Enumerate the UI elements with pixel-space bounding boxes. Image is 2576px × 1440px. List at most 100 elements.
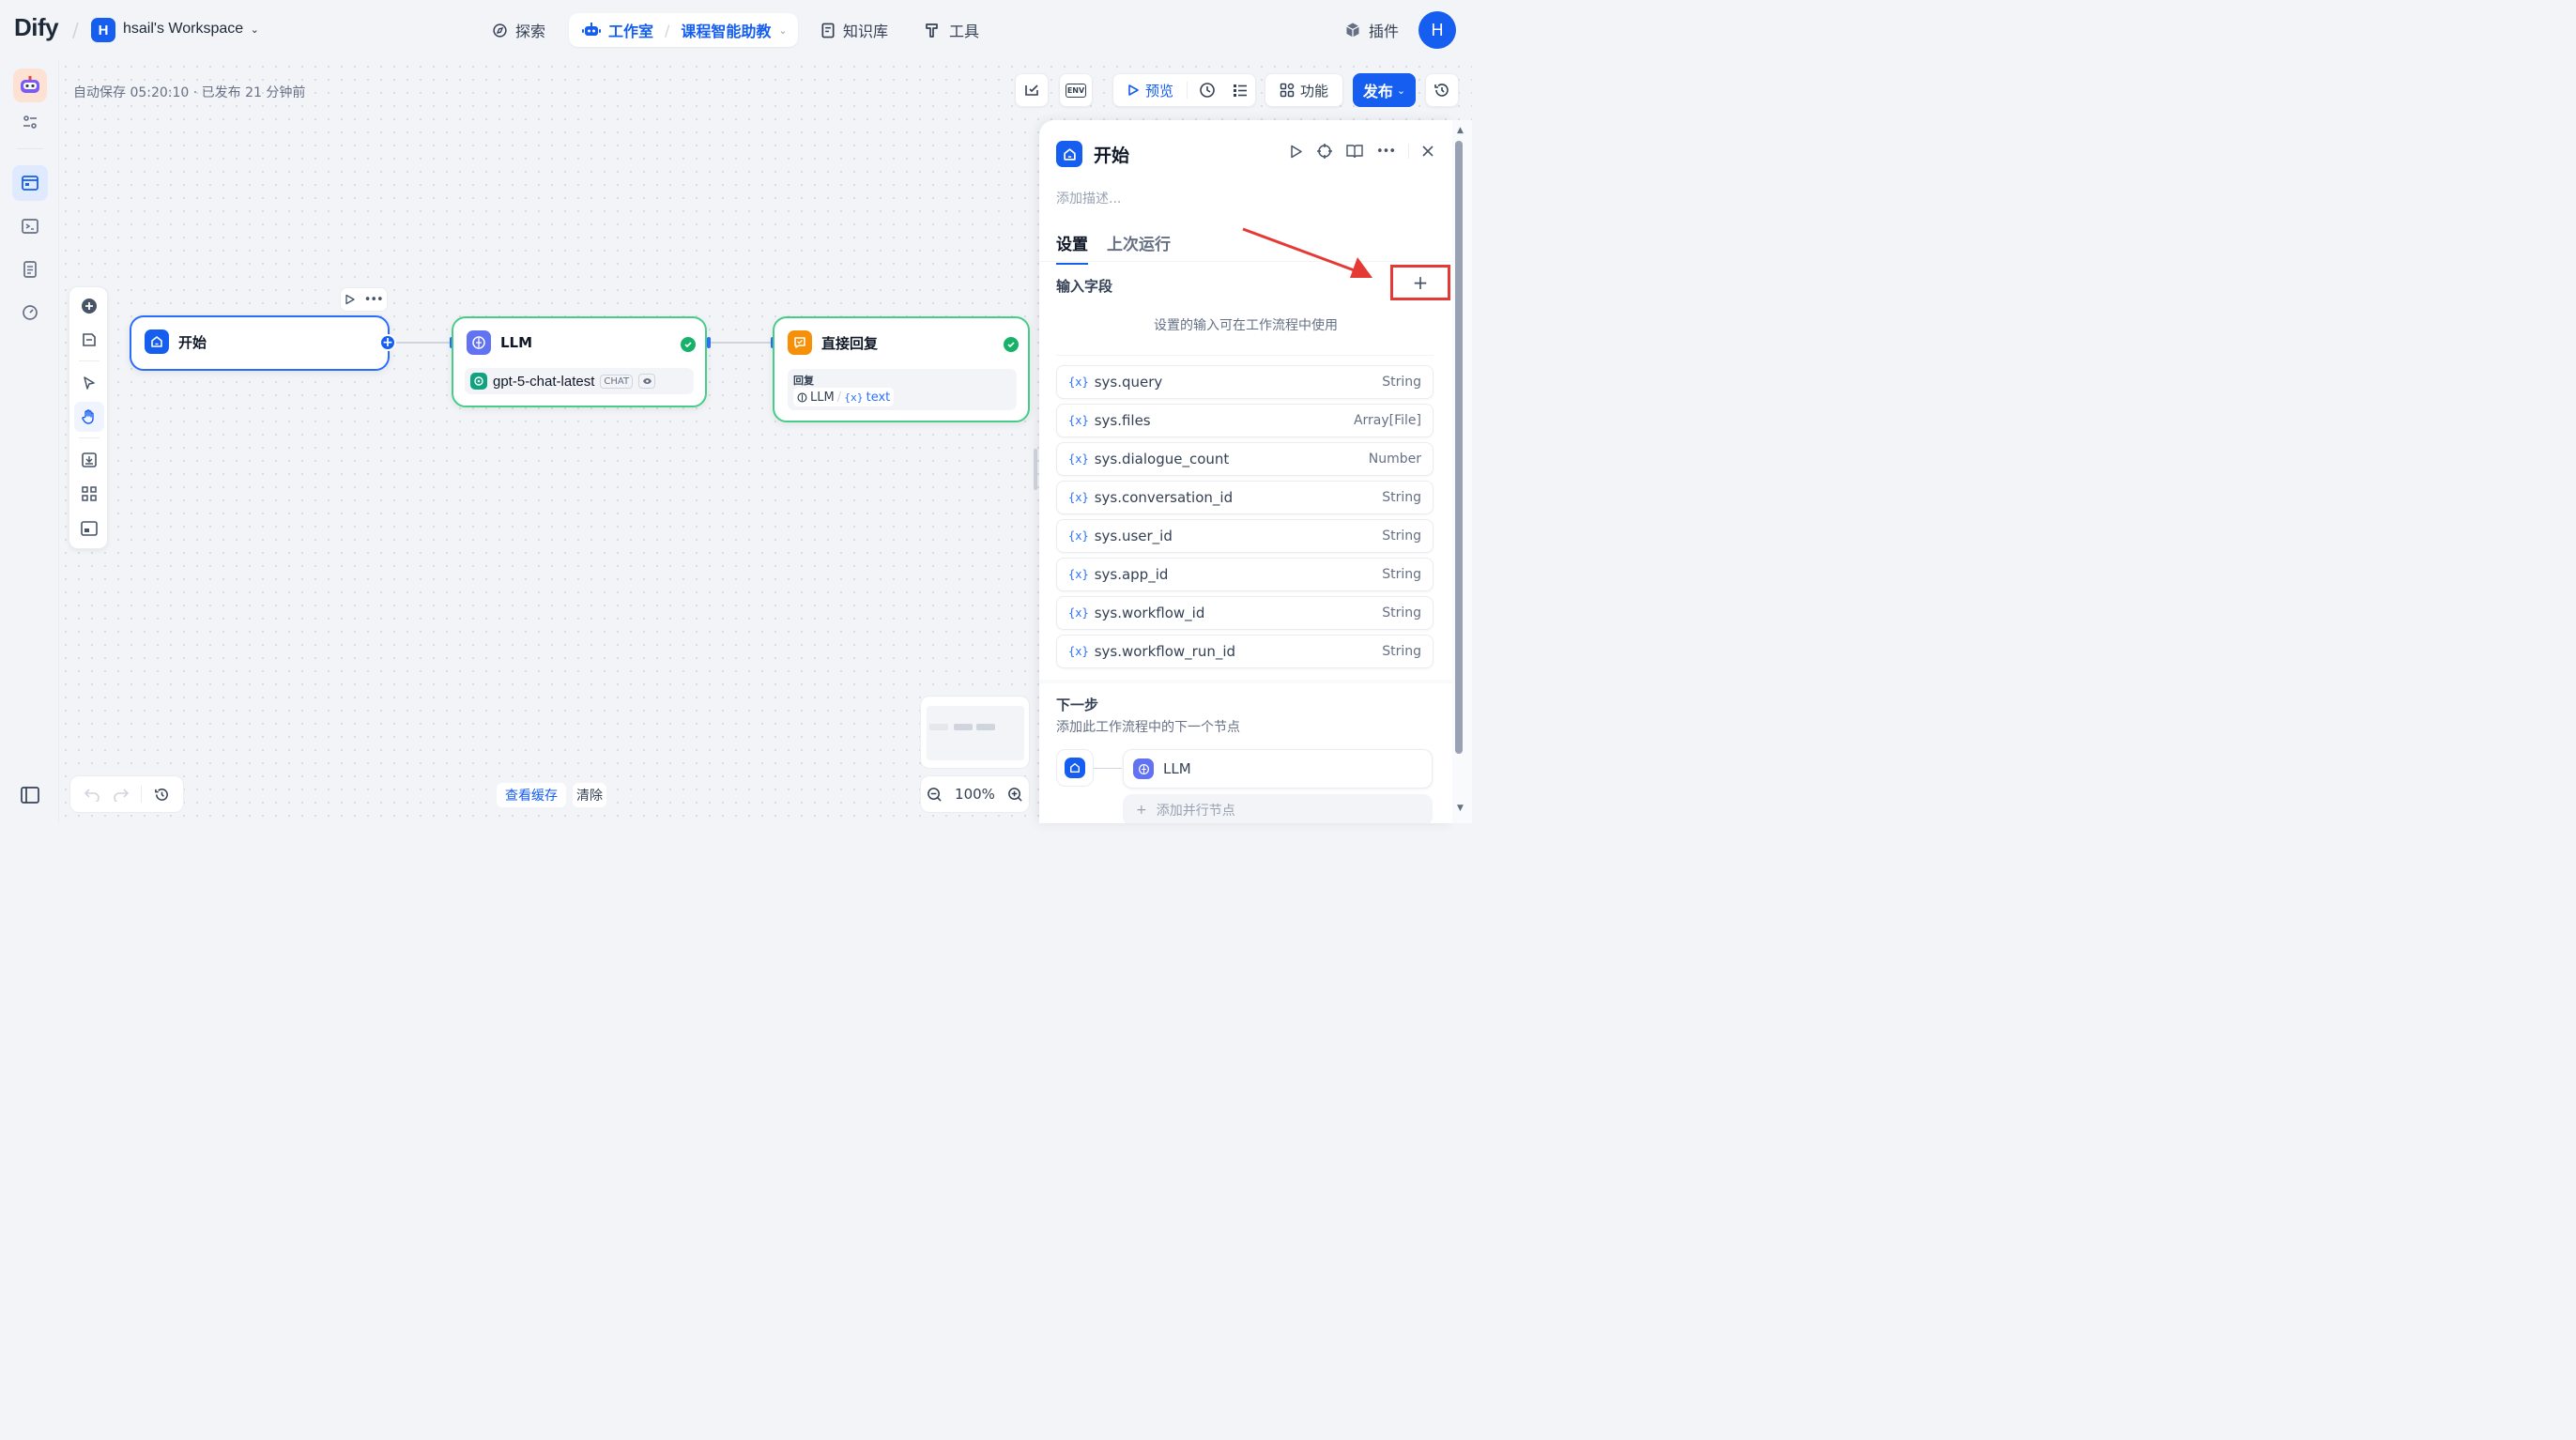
variable-name: sys.dialogue_count	[1094, 451, 1230, 467]
play-icon[interactable]	[1290, 145, 1303, 159]
book-open-icon[interactable]	[1346, 144, 1363, 159]
undo-icon[interactable]	[84, 788, 100, 802]
system-variable-row[interactable]: {x} sys.conversation_id String	[1056, 481, 1434, 514]
features-label: 功能	[1299, 82, 1328, 100]
sidebar-item-api[interactable]	[12, 208, 48, 244]
current-node-icon	[1056, 749, 1094, 787]
autosave-status: 自动保存 05:20:10 · 已发布 21 分钟前	[73, 85, 306, 100]
sidebar-item-orchestrate[interactable]	[12, 165, 48, 201]
divider: /	[665, 21, 670, 39]
zoom-in-icon[interactable]	[1007, 787, 1023, 803]
organize-nodes-button[interactable]	[74, 479, 104, 509]
env-button[interactable]: ENV	[1059, 73, 1093, 107]
workspace-switcher[interactable]: hsail's Workspace ⌄	[123, 21, 259, 38]
tab-settings[interactable]: 设置	[1056, 231, 1088, 265]
workflow-icon	[22, 176, 38, 191]
dify-logo[interactable]: Dify	[14, 13, 59, 42]
variable-icon: {x}	[1068, 491, 1089, 504]
chevron-down-icon[interactable]: ⌄	[778, 24, 787, 37]
locate-icon[interactable]	[1316, 143, 1333, 160]
system-variable-row[interactable]: {x} sys.workflow_id String	[1056, 596, 1434, 630]
scroll-up-arrow[interactable]: ▲	[1457, 126, 1464, 135]
zoom-controls: 100%	[920, 775, 1030, 813]
minimap-node	[929, 724, 948, 730]
app-sidebar	[0, 60, 59, 823]
panel-resize-handle[interactable]	[1034, 449, 1037, 490]
hand-mode-button[interactable]	[74, 402, 104, 432]
add-parallel-node-button[interactable]: + 添加并行节点	[1123, 794, 1433, 823]
add-note-button[interactable]	[74, 325, 104, 355]
publish-button[interactable]: 发布 ⌄	[1353, 73, 1416, 107]
env-icon: ENV	[1065, 83, 1087, 98]
variables-list-button[interactable]	[1233, 83, 1248, 98]
description-input[interactable]: 添加描述...	[1056, 189, 1121, 207]
more-icon[interactable]: •••	[1376, 145, 1396, 159]
publish-label: 发布	[1362, 83, 1393, 100]
gauge-icon	[23, 305, 38, 320]
zoom-level[interactable]: 100%	[955, 786, 995, 803]
collapse-sidebar-button[interactable]	[12, 777, 48, 813]
divider	[1187, 82, 1188, 99]
variable-icon: {x}	[1068, 529, 1089, 543]
zoom-out-icon[interactable]	[927, 787, 943, 803]
sidebar-item-monitoring[interactable]	[12, 295, 48, 330]
start-node-title: 开始	[178, 333, 207, 351]
cube-icon	[1346, 23, 1359, 38]
robot-icon	[582, 23, 601, 36]
system-variable-row[interactable]: {x} sys.app_id String	[1056, 558, 1434, 591]
tab-last-run[interactable]: 上次运行	[1107, 231, 1171, 265]
history-icon[interactable]	[154, 787, 170, 803]
preview-button[interactable]: 预览	[1127, 81, 1173, 100]
add-next-node-handle[interactable]: +	[379, 334, 396, 351]
toggle-minimap-button[interactable]	[74, 513, 104, 544]
play-icon[interactable]	[345, 294, 356, 305]
run-history-button[interactable]	[1199, 82, 1216, 99]
nav-studio-label: 工作室	[608, 23, 654, 40]
next-node-llm[interactable]: LLM	[1123, 749, 1433, 789]
add-node-button[interactable]	[74, 291, 104, 321]
app-icon[interactable]	[13, 69, 47, 102]
eye-icon	[638, 374, 656, 389]
app-name[interactable]: 课程智能助教	[681, 19, 771, 41]
clear-cache-button[interactable]: 清除	[573, 783, 606, 807]
workspace-avatar[interactable]: H	[91, 18, 115, 42]
nav-tools[interactable]: 工具	[925, 13, 979, 47]
system-variable-row[interactable]: {x} sys.user_id String	[1056, 519, 1434, 553]
checklist-button[interactable]	[1015, 73, 1049, 107]
nav-knowledge-label: 知识库	[843, 23, 889, 40]
minimap[interactable]	[920, 696, 1030, 769]
nav-knowledge[interactable]: 知识库	[820, 13, 888, 47]
scroll-down-arrow[interactable]: ▼	[1457, 804, 1464, 813]
more-icon[interactable]: •••	[364, 293, 384, 307]
layout-grid-icon	[82, 486, 97, 501]
llm-node[interactable]: LLM gpt-5-chat-latest CHAT	[452, 316, 707, 407]
variable-name: sys.conversation_id	[1094, 489, 1234, 506]
redo-icon[interactable]	[113, 788, 129, 802]
panel-left-icon	[21, 787, 39, 804]
nav-plugins[interactable]: 插件	[1344, 13, 1399, 47]
nav-explore[interactable]: 探索	[492, 13, 545, 47]
scrollbar-thumb[interactable]	[1455, 141, 1463, 754]
model-selector[interactable]: gpt-5-chat-latest CHAT	[465, 368, 694, 394]
llm-icon	[1133, 758, 1154, 779]
start-node[interactable]: 开始	[130, 315, 390, 371]
app-settings-button[interactable]	[12, 104, 48, 140]
close-icon[interactable]	[1422, 146, 1434, 157]
user-avatar[interactable]: H	[1418, 11, 1456, 49]
answer-node[interactable]: 直接回复 回复 LLM / {x} text	[773, 316, 1030, 422]
check-list-icon	[1025, 84, 1038, 96]
pointer-mode-button[interactable]	[74, 368, 104, 398]
variable-icon: {x}	[1068, 645, 1089, 658]
version-history-button[interactable]	[1425, 73, 1459, 107]
export-image-button[interactable]	[74, 445, 104, 475]
system-variable-row[interactable]: {x} sys.dialogue_count Number	[1056, 442, 1434, 476]
system-variable-row[interactable]: {x} sys.files Array[File]	[1056, 404, 1434, 437]
features-button[interactable]: 功能	[1265, 73, 1343, 107]
view-cache-button[interactable]: 查看缓存	[497, 783, 566, 807]
panel-title[interactable]: 开始	[1094, 142, 1129, 167]
sidebar-item-logs[interactable]	[12, 252, 48, 287]
system-variable-row[interactable]: {x} sys.query String	[1056, 365, 1434, 399]
system-variable-row[interactable]: {x} sys.workflow_run_id String	[1056, 635, 1434, 668]
add-input-field-button[interactable]: +	[1390, 265, 1450, 300]
nav-studio[interactable]: 工作室 / 课程智能助教 ⌄	[569, 13, 798, 47]
